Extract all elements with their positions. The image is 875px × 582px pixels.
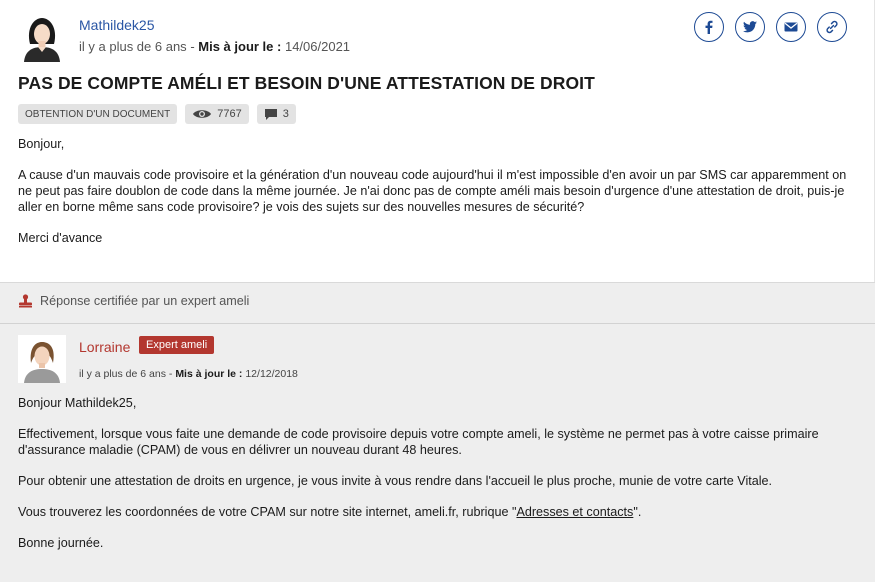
updated-date: 14/06/2021 [284,39,351,54]
question-meta: il y a plus de 6 ans - Mis à jour le : 1… [79,39,350,54]
addresses-contacts-link[interactable]: Adresses et contacts [516,505,633,519]
updated-label: Mis à jour le : [198,39,282,54]
category-tag-label: Obtention d'un document [25,108,171,120]
expert-author[interactable]: Lorraine [79,339,130,355]
certified-text: Réponse certifiée par un expert ameli [40,294,250,308]
divider [0,323,875,324]
answer-meta: il y a plus de 6 ans - Mis à jour le : 1… [79,368,298,380]
share-email-button[interactable] [776,12,806,42]
share-facebook-button[interactable] [694,12,724,42]
answer-closing: Bonne journée. [18,536,104,550]
share-twitter-button[interactable] [735,12,765,42]
link-icon [826,20,838,34]
answer-body: Bonjour Mathildek25, Effectivement, lors… [18,395,863,566]
answer-updated-date: 12/12/2018 [245,368,298,380]
facebook-icon [705,20,713,34]
question-title: PAS DE COMPTE AMÉLI ET BESOIN D'UNE ATTE… [18,73,595,93]
views-count: 7767 [185,104,249,124]
answer-age: il y a plus de 6 ans [79,368,166,380]
answer-paragraph-3-text: Vous trouverez les coordonnées de votre … [18,505,517,519]
comments-value: 3 [282,108,289,120]
expert-badge: Expert ameli [139,336,215,354]
answer-section: Réponse certifiée par un expert ameli Lo… [0,282,875,582]
question-tags: Obtention d'un document 7767 3 [18,104,296,124]
question-card: Mathildek25 il y a plus de 6 ans - Mis à… [0,0,875,282]
answer-greeting: Bonjour Mathildek25, [18,396,137,410]
views-value: 7767 [217,108,242,120]
eye-icon [193,110,212,118]
comment-icon [264,108,277,120]
category-tag[interactable]: Obtention d'un document [18,104,178,124]
answer-paragraph-2: Pour obtenir une attestation de droits e… [18,474,773,488]
email-icon [784,22,798,32]
question-body: Bonjour, A cause d'un mauvais code provi… [18,136,858,261]
question-age: il y a plus de 6 ans [79,39,187,54]
answer-updated-label: Mis à jour le : [175,368,243,380]
twitter-icon [743,21,757,33]
question-text: A cause d'un mauvais code provisoire et … [18,168,847,214]
question-greeting: Bonjour, [18,137,65,151]
comments-count: 3 [256,104,296,124]
question-closing: Merci d'avance [18,231,103,245]
stamp-icon [19,294,32,308]
user-avatar[interactable] [18,14,66,62]
share-link-button[interactable] [817,12,847,42]
question-author[interactable]: Mathildek25 [79,17,155,33]
certified-banner: Réponse certifiée par un expert ameli [18,294,249,308]
answer-paragraph-3-end: ". [633,505,642,519]
answer-paragraph-1: Effectivement, lorsque vous faite une de… [18,427,819,457]
answer-paragraph-3: Vous trouverez les coordonnées de votre … [18,504,863,520]
expert-avatar [18,335,66,383]
